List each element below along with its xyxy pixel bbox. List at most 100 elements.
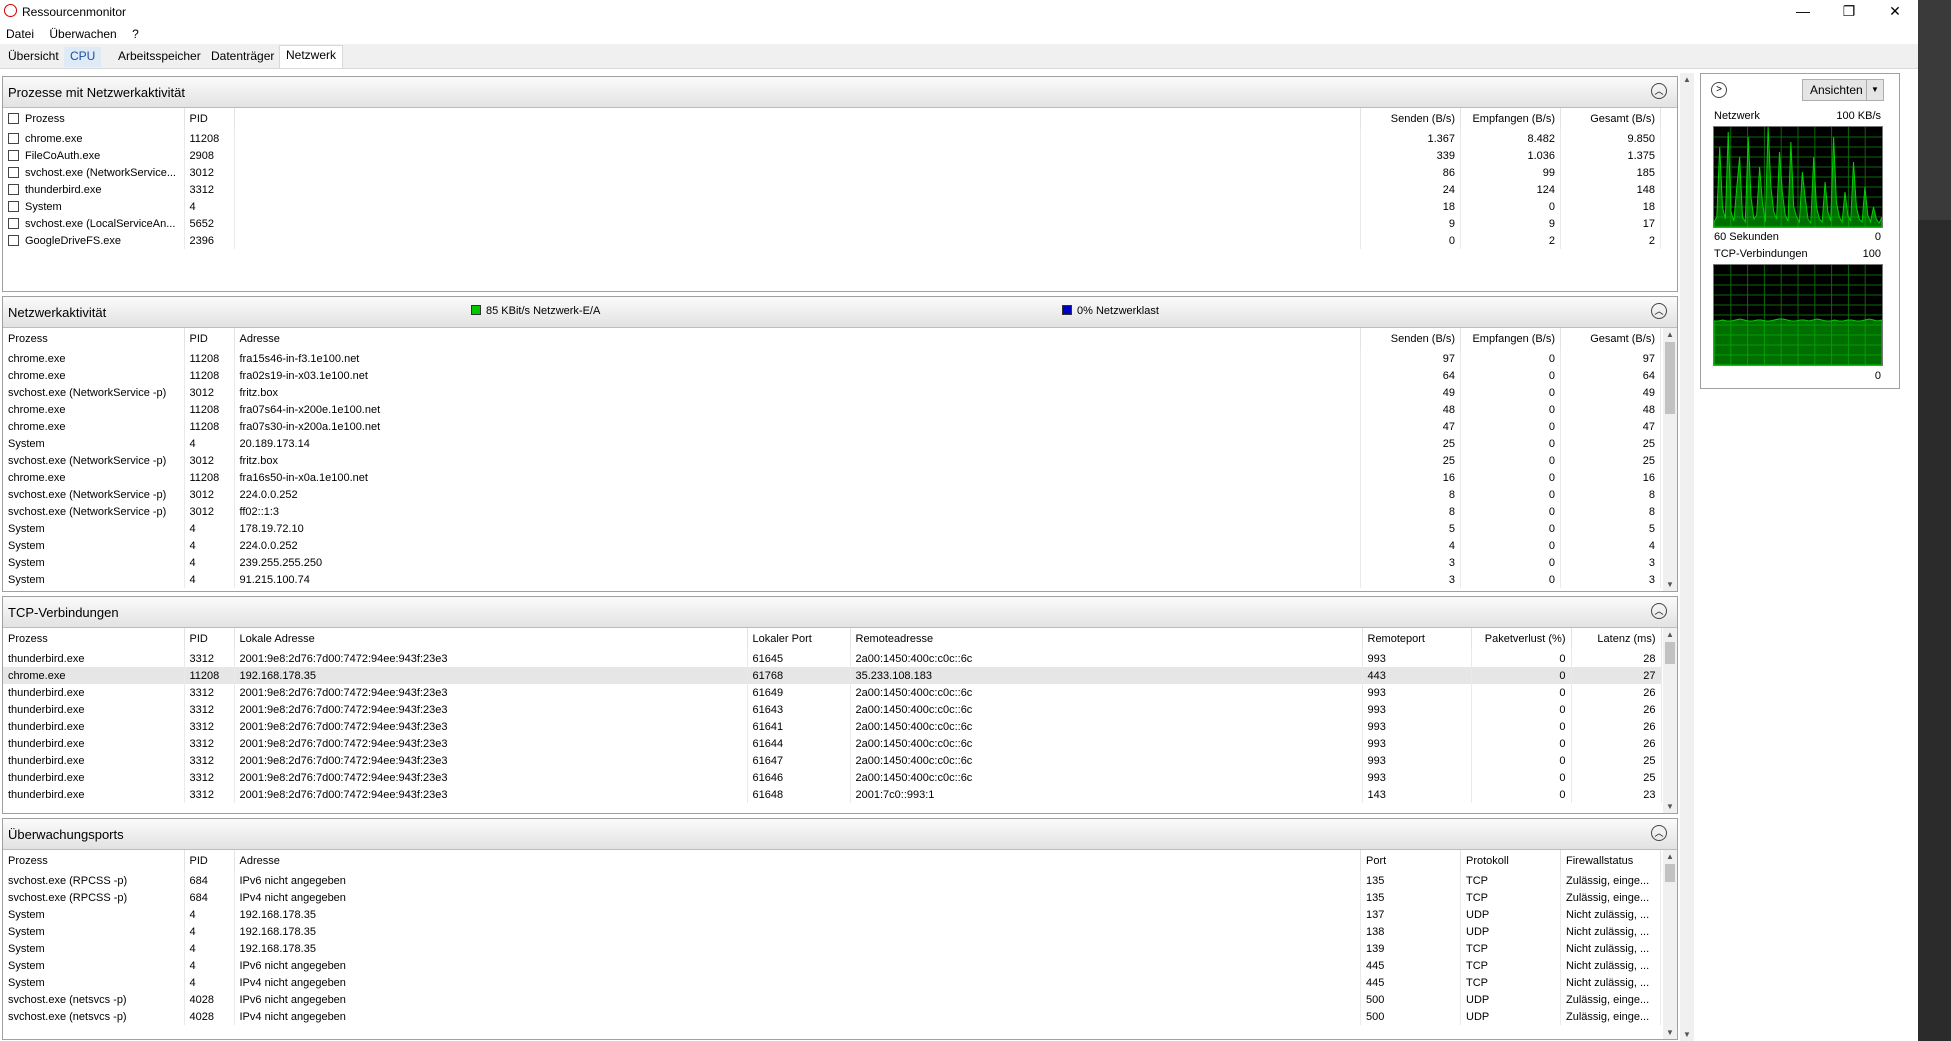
collapse-icon[interactable]: ︿ (1651, 303, 1667, 319)
tab-uebersicht[interactable]: Übersicht (2, 47, 65, 67)
ports-scrollbar[interactable]: ▲ ▼ (1663, 850, 1677, 1039)
col-header-adresse[interactable]: Adresse (234, 850, 1361, 872)
col-header-lokale-adresse[interactable]: Lokale Adresse (234, 628, 748, 650)
processes-panel-header[interactable]: Prozesse mit Netzwerkaktivität ︿ (3, 77, 1677, 108)
scroll-up-icon[interactable]: ▲ (1663, 630, 1677, 639)
table-row[interactable]: System 4 91.215.100.74 3 0 3 (3, 571, 1661, 588)
table-row[interactable]: thunderbird.exe 3312 2001:9e8:2d76:7d00:74… (3, 650, 1662, 667)
col-header-empfangen[interactable]: Empfangen (B/s) (1460, 108, 1561, 130)
table-row[interactable]: svchost.exe (netsvcs -p) 4028 IPv6 nicht a… (3, 991, 1661, 1008)
row-checkbox[interactable] (8, 149, 19, 161)
menu-datei[interactable]: Datei (0, 24, 40, 41)
chevron-right-icon[interactable]: > (1711, 82, 1727, 98)
scroll-up-icon[interactable]: ▲ (1683, 75, 1691, 84)
row-checkbox[interactable] (8, 183, 19, 195)
scroll-thumb[interactable] (1665, 342, 1675, 414)
col-header-pid[interactable]: PID (184, 850, 235, 872)
ports-panel-header[interactable]: Überwachungsports ︿ (3, 819, 1677, 850)
activity-scrollbar[interactable]: ▲ ▼ (1663, 328, 1677, 591)
table-row[interactable]: svchost.exe (NetworkService... 3012 86 99 18… (3, 164, 1661, 181)
table-row[interactable]: svchost.exe (NetworkService -p) 3012 fritz… (3, 452, 1661, 469)
table-row[interactable]: chrome.exe 11208 fra15s46-in-f3.1e100.net 9… (3, 350, 1661, 367)
col-header-firewallstatus[interactable]: Firewallstatus (1560, 850, 1661, 872)
close-button[interactable]: ✕ (1872, 0, 1918, 24)
col-header-prozess[interactable]: Prozess (3, 628, 185, 650)
table-row[interactable]: System 4 224.0.0.252 4 0 4 (3, 537, 1661, 554)
table-row[interactable]: svchost.exe (netsvcs -p) 4028 IPv4 nicht a… (3, 1008, 1661, 1025)
minimize-button[interactable]: — (1780, 0, 1826, 24)
table-row[interactable]: thunderbird.exe 3312 2001:9e8:2d76:7d00:74… (3, 718, 1662, 735)
tab-cpu[interactable]: CPU (64, 47, 102, 67)
table-row[interactable]: System 4 192.168.178.35 137 UDP Nicht zulässi… (3, 906, 1661, 923)
table-row[interactable]: System 4 178.19.72.10 5 0 5 (3, 520, 1661, 537)
col-header-prozess[interactable]: Prozess (3, 108, 185, 130)
table-row[interactable]: thunderbird.exe 3312 2001:9e8:2d76:7d00:74… (3, 701, 1662, 718)
row-checkbox[interactable] (8, 234, 19, 246)
col-header-adresse[interactable]: Adresse (234, 328, 1361, 350)
table-row[interactable]: System 4 192.168.178.35 138 UDP Nicht zulässi… (3, 923, 1661, 940)
table-row[interactable]: chrome.exe 11208 192.168.178.35 61768 35.233… (3, 667, 1662, 684)
table-row[interactable]: GoogleDriveFS.exe 2396 0 2 2 (3, 232, 1661, 249)
table-row[interactable]: FileCoAuth.exe 2908 339 1.036 1.375 (3, 147, 1661, 164)
col-header-remoteadresse[interactable]: Remoteadresse (850, 628, 1363, 650)
table-row[interactable]: thunderbird.exe 3312 2001:9e8:2d76:7d00:74… (3, 769, 1662, 786)
col-header-paketverlust[interactable]: Paketverlust (%) (1471, 628, 1572, 650)
tab-datentraeger[interactable]: Datenträger (205, 47, 280, 67)
table-row[interactable]: thunderbird.exe 3312 2001:9e8:2d76:7d00:74… (3, 684, 1662, 701)
table-row[interactable]: System 4 192.168.178.35 139 TCP Nicht zulässi… (3, 940, 1661, 957)
maximize-button[interactable]: ❐ (1826, 0, 1872, 24)
col-header-senden[interactable]: Senden (B/s) (1360, 108, 1461, 130)
table-row[interactable]: System 4 IPv6 nicht angegeben 445 TCP Nicht z… (3, 957, 1661, 974)
table-row[interactable]: svchost.exe (NetworkService -p) 3012 224.0… (3, 486, 1661, 503)
col-header-empfangen[interactable]: Empfangen (B/s) (1460, 328, 1561, 350)
table-row[interactable]: svchost.exe (NetworkService -p) 3012 fritz… (3, 384, 1661, 401)
table-row[interactable]: chrome.exe 11208 fra07s64-in-x200e.1e100.n… (3, 401, 1661, 418)
menu-help[interactable]: ? (126, 24, 145, 41)
col-header-senden[interactable]: Senden (B/s) (1360, 328, 1461, 350)
table-row[interactable]: chrome.exe 11208 fra02s19-in-x03.1e100.net… (3, 367, 1661, 384)
network-activity-header[interactable]: Netzwerkaktivität 85 KBit/s Netzwerk-E/A… (3, 297, 1677, 328)
menu-ueberwachen[interactable]: Überwachen (43, 24, 122, 41)
table-row[interactable]: svchost.exe (NetworkService -p) 3012 ff02:… (3, 503, 1661, 520)
col-header-remoteport[interactable]: Remoteport (1362, 628, 1472, 650)
table-row[interactable]: svchost.exe (RPCSS -p) 684 IPv6 nicht ange… (3, 872, 1661, 889)
table-row[interactable]: svchost.exe (RPCSS -p) 684 IPv4 nicht ange… (3, 889, 1661, 906)
col-header-gesamt[interactable]: Gesamt (B/s) (1560, 108, 1661, 130)
table-row[interactable]: System 4 IPv4 nicht angegeben 445 TCP Nicht z… (3, 974, 1661, 991)
scroll-down-icon[interactable]: ▼ (1663, 802, 1677, 811)
row-checkbox[interactable] (8, 200, 19, 212)
table-row[interactable]: svchost.exe (LocalServiceAn... 5652 9 9 17 (3, 215, 1661, 232)
table-row[interactable]: chrome.exe 11208 fra07s30-in-x200a.1e100.n… (3, 418, 1661, 435)
scroll-up-icon[interactable]: ▲ (1663, 852, 1677, 861)
main-scrollbar[interactable]: ▲ ▼ (1680, 73, 1694, 1041)
table-row[interactable]: thunderbird.exe 3312 2001:9e8:2d76:7d00:74… (3, 752, 1662, 769)
tcp-panel-header[interactable]: TCP-Verbindungen ︿ (3, 597, 1677, 628)
tcp-scrollbar[interactable]: ▲ ▼ (1663, 628, 1677, 813)
row-checkbox[interactable] (8, 166, 19, 178)
col-header-latenz[interactable]: Latenz (ms) (1571, 628, 1662, 650)
scroll-down-icon[interactable]: ▼ (1663, 1028, 1677, 1037)
col-header-prozess[interactable]: Prozess (3, 328, 185, 350)
scroll-down-icon[interactable]: ▼ (1683, 1030, 1691, 1039)
table-row[interactable]: thunderbird.exe 3312 2001:9e8:2d76:7d00:74… (3, 735, 1662, 752)
table-row[interactable]: System 4 20.189.173.14 25 0 25 (3, 435, 1661, 452)
tab-netzwerk[interactable]: Netzwerk (279, 45, 344, 68)
col-header-pid[interactable]: PID (184, 108, 235, 130)
tab-arbeitsspeicher[interactable]: Arbeitsspeicher (112, 47, 207, 67)
select-all-checkbox[interactable] (8, 113, 19, 124)
collapse-icon[interactable]: ︿ (1651, 603, 1667, 619)
scroll-thumb[interactable] (1665, 642, 1675, 664)
table-row[interactable]: thunderbird.exe 3312 24 124 148 (3, 181, 1661, 198)
collapse-icon[interactable]: ︿ (1651, 825, 1667, 841)
scroll-down-icon[interactable]: ▼ (1663, 580, 1677, 589)
row-checkbox[interactable] (8, 217, 19, 229)
col-header-gesamt[interactable]: Gesamt (B/s) (1560, 328, 1661, 350)
table-row[interactable]: thunderbird.exe 3312 2001:9e8:2d76:7d00:74… (3, 786, 1662, 803)
col-header-port[interactable]: Port (1360, 850, 1461, 872)
chevron-down-icon[interactable]: ▼ (1866, 80, 1883, 100)
scroll-thumb[interactable] (1665, 864, 1675, 882)
col-header-protokoll[interactable]: Protokoll (1460, 850, 1561, 872)
col-header-prozess[interactable]: Prozess (3, 850, 185, 872)
scroll-up-icon[interactable]: ▲ (1663, 330, 1677, 339)
table-row[interactable]: chrome.exe 11208 fra16s50-in-x0a.1e100.net… (3, 469, 1661, 486)
